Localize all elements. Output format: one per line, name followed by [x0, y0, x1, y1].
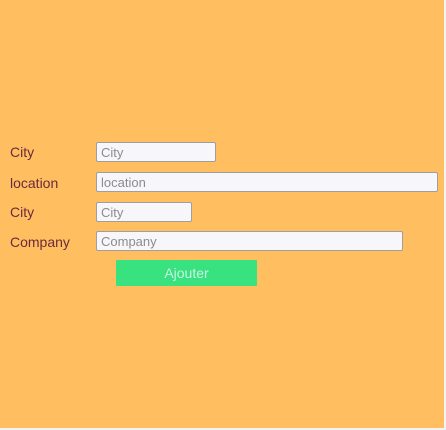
city-input[interactable]	[96, 142, 216, 162]
company-input[interactable]	[96, 231, 403, 251]
location-input[interactable]	[96, 172, 438, 192]
ajouter-button[interactable]: Ajouter	[116, 260, 257, 286]
company-label: Company	[10, 234, 70, 250]
city-label: City	[10, 144, 35, 160]
city-label-2: City	[10, 204, 35, 220]
location-label: location	[10, 175, 59, 191]
city-input-2[interactable]	[96, 202, 192, 222]
